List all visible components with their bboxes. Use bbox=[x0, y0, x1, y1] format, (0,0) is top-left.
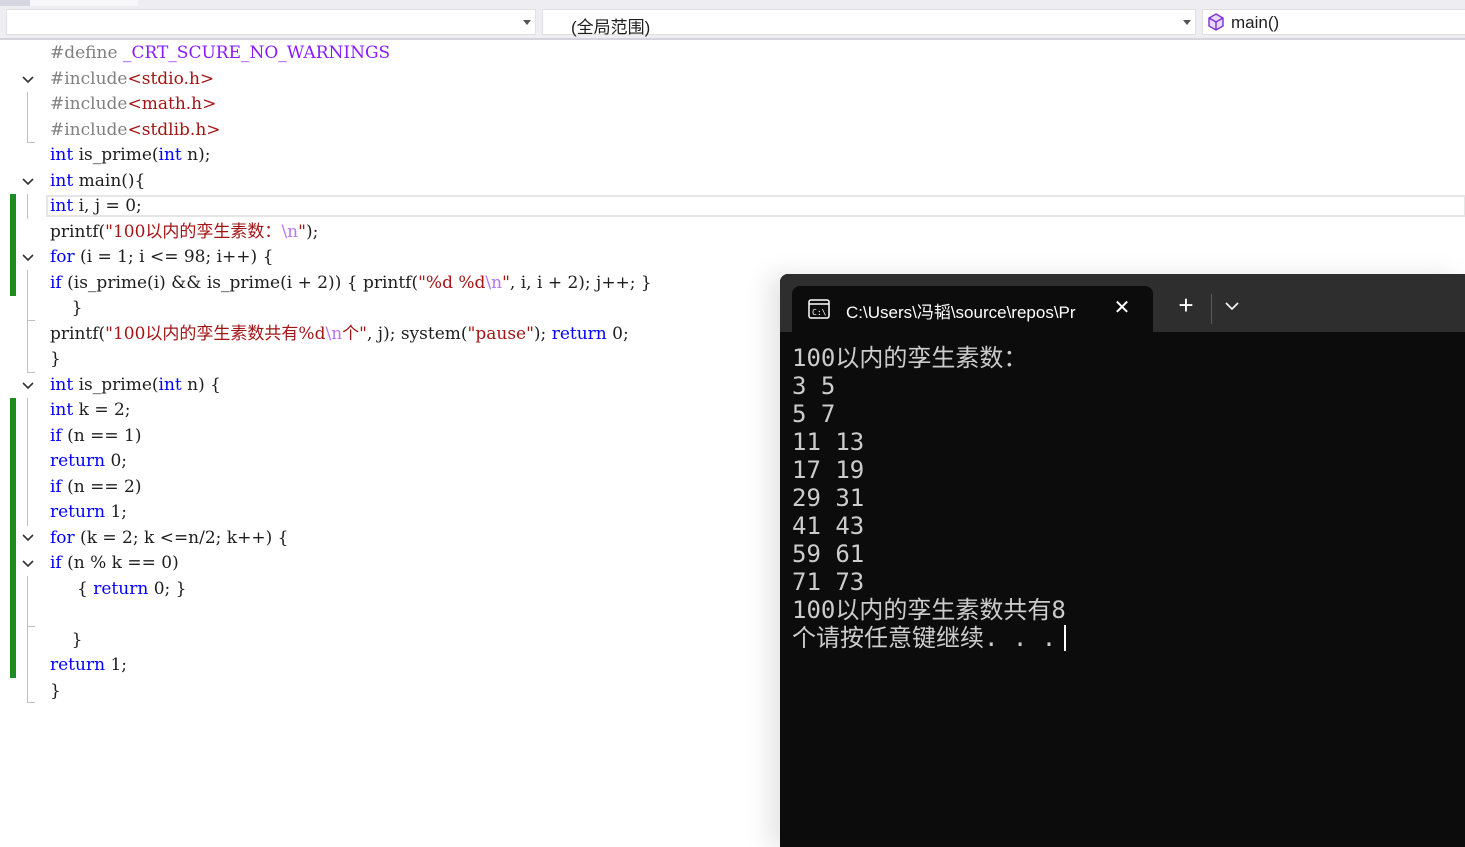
code-line[interactable]: #define _CRT_SCURE_NO_WARNINGS bbox=[0, 40, 1465, 66]
code-text: { return 0; } bbox=[50, 578, 187, 599]
code-line[interactable]: #include<math.h> bbox=[0, 91, 1465, 117]
project-combo[interactable] bbox=[6, 9, 536, 35]
code-text: return 0; bbox=[50, 451, 127, 471]
terminal-output[interactable]: 100以内的孪生素数： 3 55 7 11 13 17 19 29 31 41 43 59 … bbox=[792, 344, 1452, 652]
method-cube-icon bbox=[1208, 13, 1224, 31]
code-text: return 1; bbox=[50, 655, 127, 675]
navigation-bar: (全局范围) main() bbox=[0, 6, 1465, 40]
chevron-down-icon bbox=[1183, 20, 1191, 25]
code-text: } bbox=[50, 680, 61, 701]
code-text: printf("100以内的孪生素数共有%d\n个", j); system("… bbox=[50, 323, 629, 344]
code-line-current[interactable]: int i, j = 0; bbox=[0, 193, 1465, 219]
code-text: for (k = 2; k <=n/2; k++) { bbox=[50, 527, 289, 548]
code-text: } bbox=[50, 629, 83, 650]
code-text: for (i = 1; i <= 98; i++) { bbox=[50, 247, 274, 267]
code-line[interactable]: int main(){ bbox=[0, 168, 1465, 194]
member-combo[interactable]: main() bbox=[1202, 9, 1465, 35]
code-text: return 1; bbox=[50, 502, 127, 522]
code-text: #define _CRT_SCURE_NO_WARNINGS bbox=[50, 43, 391, 63]
code-text: int main(){ bbox=[50, 170, 146, 191]
output-line: 100以内的孪生素数： bbox=[792, 344, 1028, 372]
command-prompt-icon: C:\ bbox=[808, 299, 830, 319]
code-line[interactable]: #include<stdlib.h> bbox=[0, 117, 1465, 143]
code-text: int k = 2; bbox=[50, 400, 131, 420]
output-line: 5 7 bbox=[792, 400, 836, 428]
code-text: if (n == 2) bbox=[50, 476, 142, 497]
close-tab-button[interactable]: ✕ bbox=[1112, 297, 1132, 319]
output-line: 59 61 bbox=[792, 540, 865, 568]
code-text: if (n % k == 0) bbox=[50, 553, 179, 573]
member-combo-label: main() bbox=[1231, 13, 1280, 32]
code-line[interactable]: int is_prime(int n); bbox=[0, 142, 1465, 168]
code-text: int is_prime(int n); bbox=[50, 145, 211, 165]
output-line: 11 13 bbox=[792, 428, 865, 456]
code-text: if (n == 1) bbox=[50, 425, 142, 446]
text-cursor bbox=[1064, 625, 1067, 651]
svg-text:C:\: C:\ bbox=[812, 308, 827, 317]
code-line[interactable]: for (i = 1; i <= 98; i++) { bbox=[0, 244, 1465, 270]
terminal-tab-title: C:\Users\冯韬\source\repos\Pr bbox=[846, 303, 1076, 322]
code-text: #include<stdio.h> bbox=[50, 68, 215, 89]
output-line-last: 个请按任意键继续. . . bbox=[792, 624, 1452, 652]
code-text: printf("100以内的孪生素数：\n"); bbox=[50, 221, 319, 242]
output-line: 17 19 bbox=[792, 456, 865, 484]
code-text: #include<math.h> bbox=[50, 94, 217, 114]
titlebar-divider bbox=[1211, 294, 1212, 324]
code-text: } bbox=[50, 349, 61, 369]
terminal-titlebar[interactable]: C:\ C:\Users\冯韬\source\repos\Pr ✕ + bbox=[780, 274, 1465, 332]
code-line[interactable]: printf("100以内的孪生素数：\n"); bbox=[0, 219, 1465, 245]
chevron-down-icon bbox=[523, 20, 531, 25]
code-text: int i, j = 0; bbox=[50, 196, 142, 216]
scope-combo[interactable]: (全局范围) bbox=[542, 9, 1196, 37]
chevron-down-icon[interactable] bbox=[1222, 298, 1242, 314]
terminal-window[interactable]: C:\ C:\Users\冯韬\source\repos\Pr ✕ + 100以… bbox=[780, 274, 1465, 847]
code-text: } bbox=[50, 298, 83, 318]
code-text: if (is_prime(i) && is_prime(i + 2)) { pr… bbox=[50, 272, 652, 293]
code-text: #include<stdlib.h> bbox=[50, 119, 221, 140]
new-tab-button[interactable]: + bbox=[1174, 292, 1198, 318]
terminal-tab[interactable]: C:\ C:\Users\冯韬\source\repos\Pr ✕ bbox=[792, 286, 1153, 332]
code-text: int is_prime(int n) { bbox=[50, 374, 221, 395]
scope-combo-label: (全局范围) bbox=[571, 18, 651, 37]
output-line: 100以内的孪生素数共有8 bbox=[792, 596, 1066, 624]
output-line: 41 43 bbox=[792, 512, 865, 540]
output-line-text: 个请按任意键继续. . . bbox=[792, 624, 1057, 652]
output-line: 29 31 bbox=[792, 484, 865, 512]
code-line[interactable]: #include<stdio.h> bbox=[0, 66, 1465, 92]
output-line: 3 5 bbox=[792, 372, 836, 400]
output-line: 71 73 bbox=[792, 568, 865, 596]
